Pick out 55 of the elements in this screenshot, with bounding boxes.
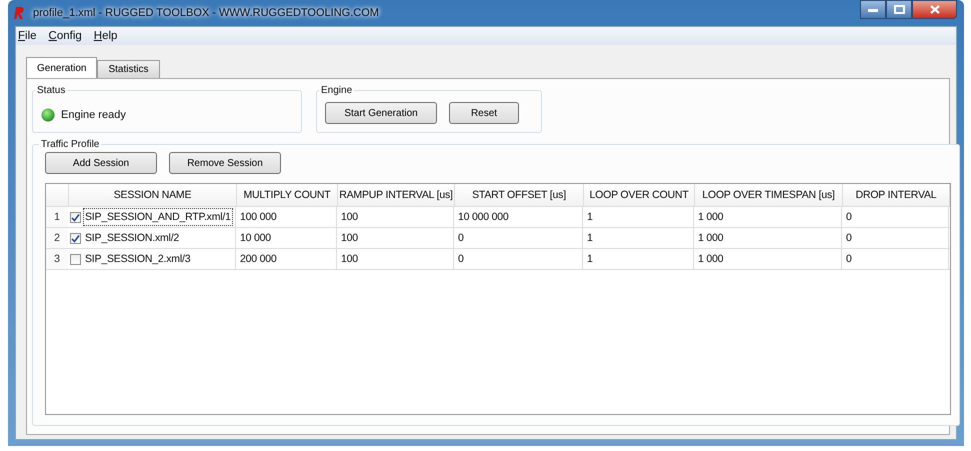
column-header[interactable]: DROP INTERVAL (843, 184, 950, 206)
app-logo-icon (13, 6, 25, 20)
table-cell: 100 (337, 207, 454, 227)
table-cell-text: SIP_SESSION_2.xml/3 (84, 252, 192, 267)
table-cell-text: SIP_SESSION.xml/2 (84, 231, 180, 246)
checkbox[interactable] (70, 232, 81, 244)
engine-button[interactable]: Reset (449, 102, 519, 124)
maximize-icon (894, 5, 904, 14)
column-header[interactable]: LOOP OVER COUNT (584, 184, 695, 206)
menu-item[interactable]: Config (48, 30, 82, 42)
menu-item[interactable]: File (18, 30, 37, 42)
minimize-icon (868, 8, 878, 12)
tab[interactable]: Statistics (97, 60, 160, 78)
table-cell: 0 (842, 228, 949, 248)
row-number: 2 (46, 228, 68, 248)
table-cell: 100 (337, 228, 454, 248)
table-cell: 200 000 (236, 249, 337, 269)
column-header[interactable]: LOOP OVER TIMESPAN [us] (695, 184, 843, 206)
column-header[interactable]: RAMPUP INTERVAL [us] (338, 184, 455, 206)
minimize-button[interactable] (860, 0, 886, 19)
table-cell: 100 000 (236, 207, 337, 227)
checkbox[interactable] (70, 254, 81, 264)
session-button[interactable]: Add Session (45, 152, 157, 174)
table-cell: 1 (583, 228, 694, 248)
menu-item[interactable]: Help (94, 30, 118, 42)
table-cell: 0 (842, 207, 949, 227)
close-button[interactable] (912, 0, 957, 19)
table-cell: 1 (583, 249, 694, 269)
window-title: profile_1.xml - RUGGED TOOLBOX - WWW.RUGGEDTOOLING.COM (33, 7, 379, 19)
column-header[interactable]: MULTIPLY COUNT (237, 184, 338, 206)
table-cell: 1 (583, 207, 694, 227)
close-icon (930, 5, 940, 14)
column-header[interactable]: START OFFSET [us] (455, 184, 584, 206)
group-title: Traffic Profile (40, 139, 100, 150)
table-cell: 1 000 (694, 228, 842, 248)
session-button[interactable]: Remove Session (169, 152, 281, 174)
tab[interactable]: Generation (26, 57, 98, 78)
table-cell: 100 (337, 249, 454, 269)
table-cell: 0 (842, 249, 949, 269)
table-cell: SIP_SESSION_AND_RTP.xml/1 (83, 208, 233, 226)
maximize-button[interactable] (886, 0, 912, 19)
status-text: Engine ready (61, 109, 126, 121)
engine-button[interactable]: Start Generation (325, 102, 437, 124)
table-cell: 1 000 (694, 249, 842, 269)
row-number: 1 (46, 207, 68, 227)
table-cell: 1 000 (694, 207, 842, 227)
table-cell: 0 (454, 228, 583, 248)
table-cell: 10 000 (236, 228, 337, 248)
table-cell: 0 (454, 249, 583, 269)
group-title: Status (36, 85, 66, 96)
group-title: Engine (320, 85, 354, 96)
table-cell: 10 000 000 (454, 207, 583, 227)
checkbox[interactable] (70, 212, 81, 222)
row-number: 3 (46, 249, 68, 269)
column-header[interactable]: SESSION NAME (69, 184, 237, 206)
